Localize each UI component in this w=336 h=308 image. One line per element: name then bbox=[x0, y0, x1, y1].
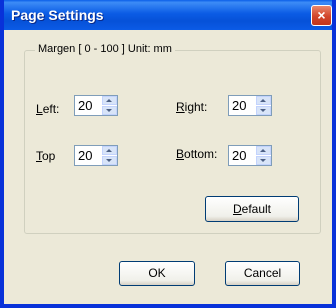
default-button[interactable]: Default bbox=[205, 196, 299, 222]
cancel-button-label: Cancel bbox=[243, 266, 282, 280]
arrow-up-icon bbox=[260, 99, 266, 102]
bottom-margin-decrement-button[interactable] bbox=[256, 156, 271, 165]
close-button[interactable]: × bbox=[311, 5, 332, 26]
bottom-margin-increment-button[interactable] bbox=[256, 146, 271, 155]
right-margin-value[interactable]: 20 bbox=[232, 98, 246, 113]
arrow-down-icon bbox=[106, 159, 112, 162]
bottom-label: Bottom: bbox=[176, 147, 218, 161]
bottom-margin-value[interactable]: 20 bbox=[232, 148, 246, 163]
right-margin-increment-button[interactable] bbox=[256, 96, 271, 105]
default-button-label: Default bbox=[232, 202, 272, 216]
right-margin-spinbox[interactable]: 20 bbox=[228, 95, 272, 116]
arrow-down-icon bbox=[260, 109, 266, 112]
arrow-up-icon bbox=[260, 149, 266, 152]
arrow-down-icon bbox=[260, 159, 266, 162]
left-margin-increment-button[interactable] bbox=[102, 96, 117, 105]
arrow-down-icon bbox=[106, 109, 112, 112]
right-label: Right: bbox=[176, 100, 208, 114]
top-margin-increment-button[interactable] bbox=[102, 146, 117, 155]
arrow-up-icon bbox=[106, 149, 112, 152]
close-icon: × bbox=[317, 7, 326, 23]
right-margin-decrement-button[interactable] bbox=[256, 106, 271, 115]
top-margin-decrement-button[interactable] bbox=[102, 156, 117, 165]
cancel-button[interactable]: Cancel bbox=[225, 261, 300, 286]
left-margin-decrement-button[interactable] bbox=[102, 106, 117, 115]
bottom-margin-spinbox[interactable]: 20 bbox=[228, 145, 272, 166]
left-margin-value[interactable]: 20 bbox=[78, 98, 92, 113]
top-label: Top bbox=[36, 149, 56, 163]
left-label: Left: bbox=[36, 102, 60, 116]
ok-button-label: OK bbox=[148, 266, 166, 280]
arrow-up-icon bbox=[106, 99, 112, 102]
title-bar[interactable]: Page Settings × bbox=[4, 0, 332, 30]
page-settings-dialog: Page Settings × Margen [ 0 - 100 ] Unit:… bbox=[0, 0, 336, 308]
ok-button[interactable]: OK bbox=[119, 261, 195, 286]
top-margin-value[interactable]: 20 bbox=[78, 148, 92, 163]
top-margin-spinbox[interactable]: 20 bbox=[74, 145, 118, 166]
margins-group-legend: Margen [ 0 - 100 ] Unit: mm bbox=[35, 43, 175, 55]
dialog-title: Page Settings bbox=[11, 7, 104, 23]
left-margin-spinbox[interactable]: 20 bbox=[74, 95, 118, 116]
